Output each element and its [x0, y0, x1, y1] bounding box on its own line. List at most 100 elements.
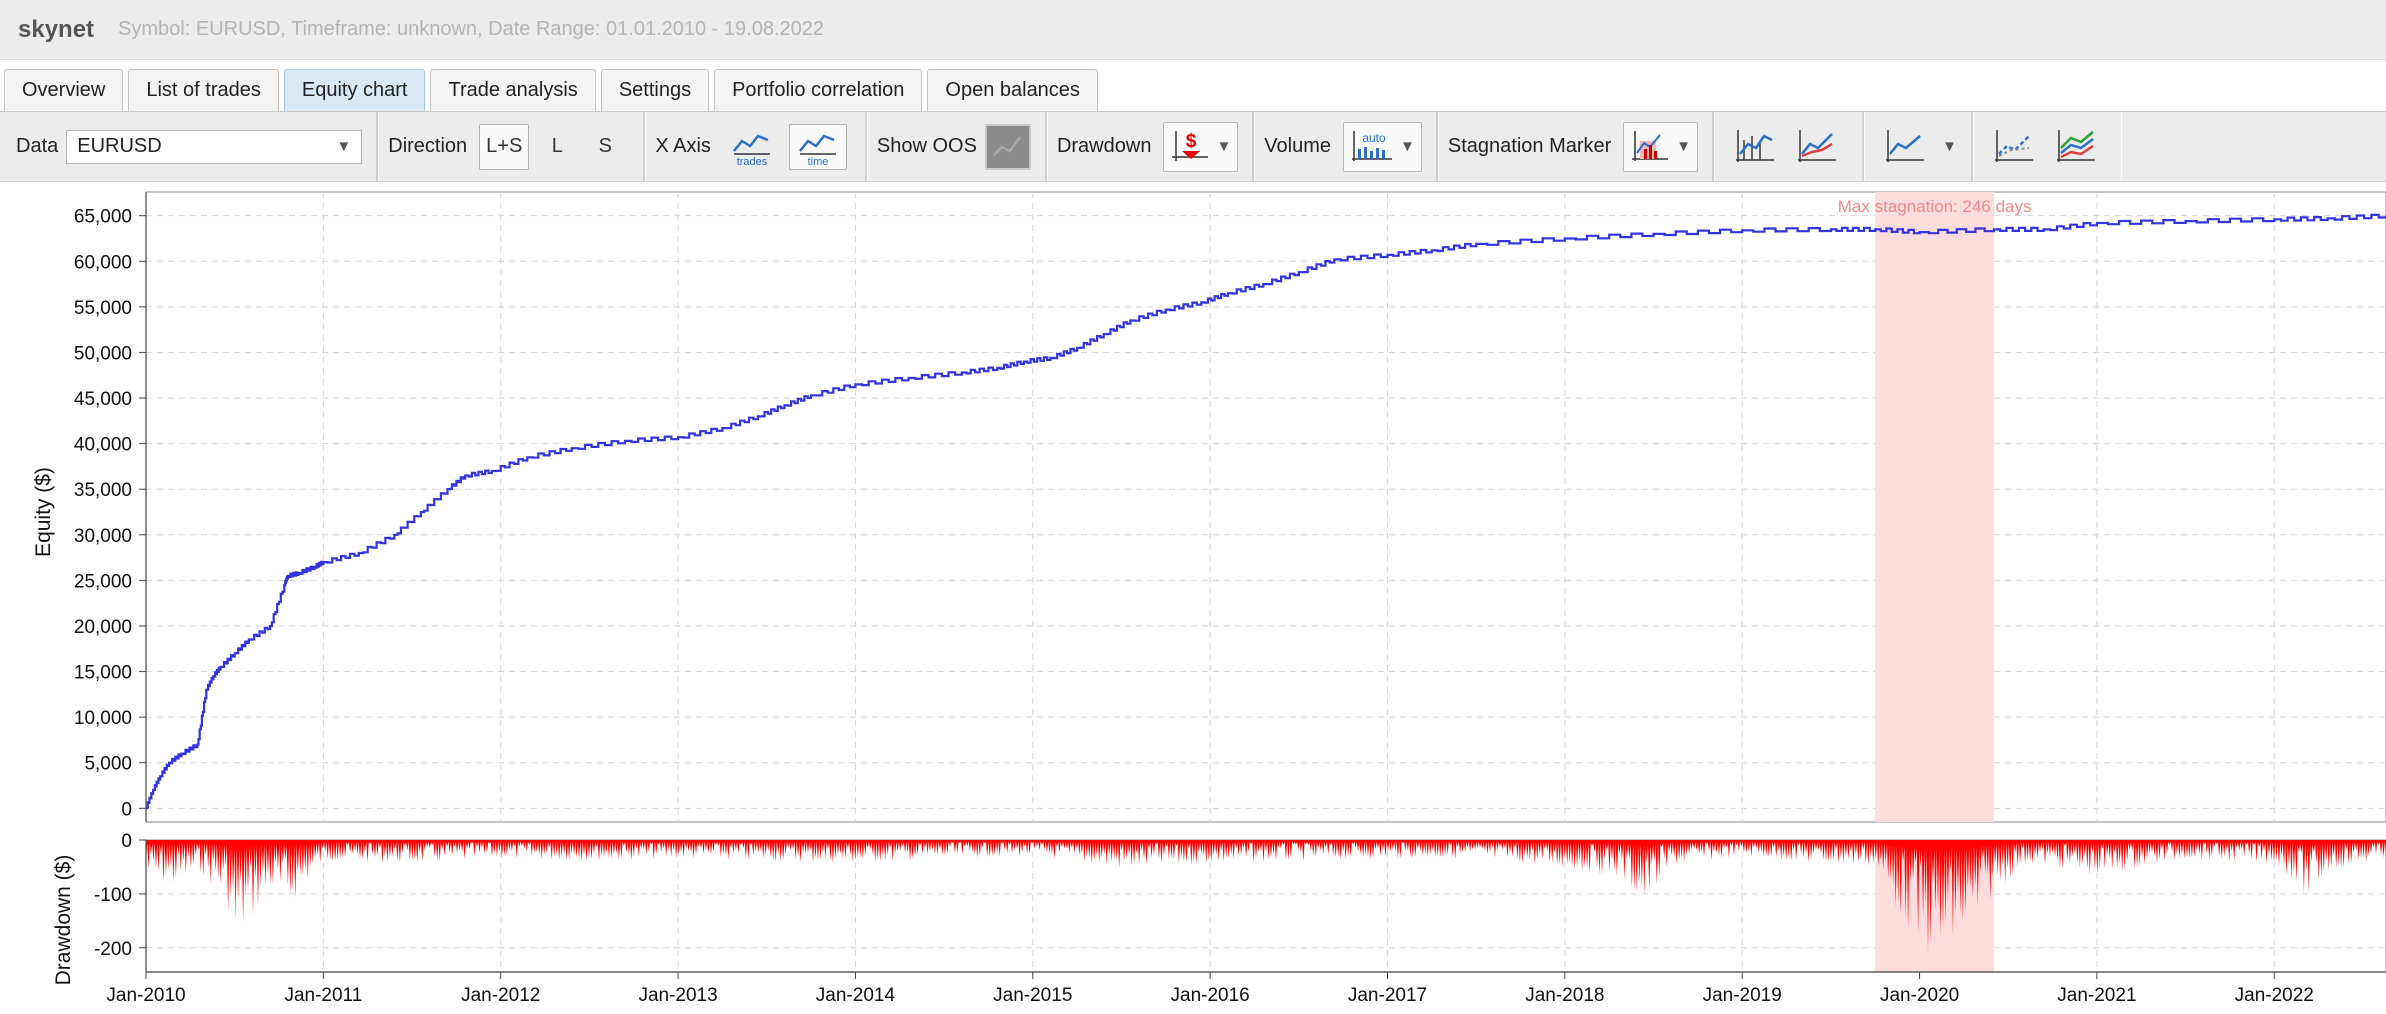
oos-group: Show OOS: [867, 112, 1047, 181]
drawdown-dollar-icon: $: [1172, 130, 1209, 161]
stagnation-marker-icon: [1632, 130, 1669, 161]
x-tick-label: Jan-2020: [1880, 985, 1959, 1006]
dashed-line-chart-icon: [1995, 129, 2034, 162]
line-style-group: ▼: [1864, 112, 1974, 181]
x-ticks: Jan-2010 Jan-2011 Jan-2012 Jan-2013 Jan-2014…: [106, 985, 2314, 1006]
two-line-chart-icon: [1798, 129, 1837, 162]
xaxis-group: X Axis trades time: [645, 112, 867, 181]
chart-toolbar: Data EURUSD ▼ Direction L+S L S X Axis t…: [0, 112, 2386, 182]
stagnation-group: Stagnation Marker ▼: [1438, 112, 1715, 181]
show-oos-toggle[interactable]: [984, 123, 1031, 170]
y-tick-label: 35,000: [74, 480, 132, 501]
direction-short-button[interactable]: S: [585, 124, 625, 170]
y-tick-label: 10,000: [74, 708, 132, 729]
trades-axis-icon: trades: [732, 133, 770, 167]
y-tick-label: 25,000: [74, 571, 132, 592]
y-tick-label: 50,000: [74, 343, 132, 364]
y-tick-label: 45,000: [74, 389, 132, 410]
volume-group: Volume auto ▼: [1254, 112, 1438, 181]
chart-type-group: [1714, 112, 1865, 181]
y-tick-label: 40,000: [74, 435, 132, 456]
equity-chart[interactable]: Max stagnation: 246 days 65,000 60,000 55,…: [0, 182, 2386, 1009]
title-bar: skynet Symbol: EURUSD, Timeframe: unknow…: [0, 0, 2386, 60]
chevron-down-icon: ▼: [336, 138, 352, 155]
scatter-chart-button[interactable]: [1993, 126, 2035, 168]
x-tick-label: Jan-2019: [1703, 985, 1782, 1006]
drawdown-dropdown[interactable]: $ ▼: [1163, 121, 1239, 172]
stagnation-band: [1875, 192, 1995, 822]
xaxis-trades-button[interactable]: trades: [723, 124, 781, 170]
stagnation-marker-label: Stagnation Marker: [1447, 135, 1612, 157]
drawdown-label: Drawdown: [1056, 135, 1152, 157]
tab-settings[interactable]: Settings: [600, 69, 710, 111]
direction-long-short-button[interactable]: L+S: [479, 123, 530, 170]
dd-tick-label: 0: [121, 831, 132, 852]
y-tick-label: 60,000: [74, 252, 132, 273]
x-tick-label: Jan-2010: [106, 985, 185, 1006]
x-tick-label: Jan-2018: [1525, 985, 1604, 1006]
y-tick-label: 30,000: [74, 526, 132, 547]
show-oos-label: Show OOS: [876, 135, 977, 157]
equity-panel: [145, 191, 2386, 823]
tab-open-balances[interactable]: Open balances: [927, 69, 1098, 111]
direction-long-button[interactable]: L: [537, 124, 577, 170]
stagnation-label: Max stagnation: 246 days: [1838, 197, 2032, 216]
data-select[interactable]: EURUSD ▼: [66, 129, 363, 164]
volume-label: Volume: [1264, 135, 1332, 157]
x-tick-label: Jan-2021: [2057, 985, 2136, 1006]
xaxis-time-button[interactable]: time: [788, 123, 847, 170]
drawdown-y-ticks: 0 -100 -200: [94, 831, 132, 960]
drawdown-axis-label: Drawdown ($): [52, 855, 75, 986]
tab-equity-chart[interactable]: Equity chart: [283, 69, 426, 111]
xaxis-trades-text: trades: [737, 156, 768, 167]
app-name: skynet: [18, 15, 95, 43]
tab-list-of-trades[interactable]: List of trades: [128, 69, 279, 111]
line-chart-icon: [1886, 129, 1925, 162]
x-tick-label: Jan-2017: [1348, 985, 1427, 1006]
tab-bar: Overview List of trades Equity chart Tra…: [0, 60, 2386, 112]
direction-group: Direction L+S L S: [378, 112, 646, 181]
y-tick-label: 5,000: [84, 754, 132, 775]
dd-tick-label: -100: [94, 885, 132, 906]
x-tick-label: Jan-2014: [816, 985, 896, 1006]
x-tick-label: Jan-2016: [1171, 985, 1250, 1006]
dd-tick-label: -200: [94, 939, 132, 960]
multi-line-chart-button[interactable]: [2055, 126, 2097, 168]
equity-axis-label: Equity ($): [32, 467, 55, 557]
xaxis-label: X Axis: [655, 135, 711, 157]
volume-auto-icon: auto: [1352, 130, 1393, 161]
volume-dropdown[interactable]: auto ▼: [1343, 121, 1422, 172]
strategy-info: Symbol: EURUSD, Timeframe: unknown, Date…: [118, 18, 824, 40]
y-tick-label: 65,000: [74, 207, 132, 228]
line-chart-button[interactable]: [1884, 126, 1926, 168]
direction-label: Direction: [388, 135, 468, 157]
volume-icon-text: auto: [1362, 131, 1386, 145]
data-select-value: EURUSD: [77, 135, 162, 157]
tab-overview[interactable]: Overview: [4, 69, 124, 111]
chevron-down-icon: ▼: [1400, 138, 1415, 155]
x-tick-label: Jan-2011: [284, 985, 362, 1006]
drawdown-group: Drawdown $ ▼: [1047, 112, 1255, 181]
multi-line-chart-icon: [2057, 129, 2096, 162]
compare-chart-button[interactable]: [1796, 126, 1838, 168]
data-label: Data: [16, 135, 59, 157]
x-tick-label: Jan-2022: [2235, 985, 2314, 1006]
oos-chart-icon: [993, 135, 1021, 156]
chevron-down-icon[interactable]: ▼: [1942, 138, 1957, 155]
tab-portfolio-correlation[interactable]: Portfolio correlation: [714, 69, 923, 111]
tab-trade-analysis[interactable]: Trade analysis: [430, 69, 596, 111]
y-tick-label: 20,000: [74, 617, 132, 638]
equity-chart-area: Max stagnation: 246 days 65,000 60,000 55,…: [0, 182, 2386, 1009]
xaxis-time-text: time: [808, 156, 829, 167]
extra-charts-group: [1973, 112, 2121, 181]
x-tick-label: Jan-2013: [638, 985, 717, 1006]
bar-chart-button[interactable]: [1734, 126, 1776, 168]
chevron-down-icon: ▼: [1216, 138, 1232, 155]
stagnation-marker-dropdown[interactable]: ▼: [1623, 121, 1699, 172]
equity-y-ticks: 65,000 60,000 55,000 50,000 45,000 40,000 35,0…: [74, 207, 132, 821]
y-tick-label: 0: [121, 799, 132, 820]
chevron-down-icon: ▼: [1676, 138, 1692, 155]
x-tick-label: Jan-2015: [993, 985, 1072, 1006]
x-tick-label: Jan-2012: [461, 985, 540, 1006]
time-axis-icon: time: [798, 133, 836, 167]
